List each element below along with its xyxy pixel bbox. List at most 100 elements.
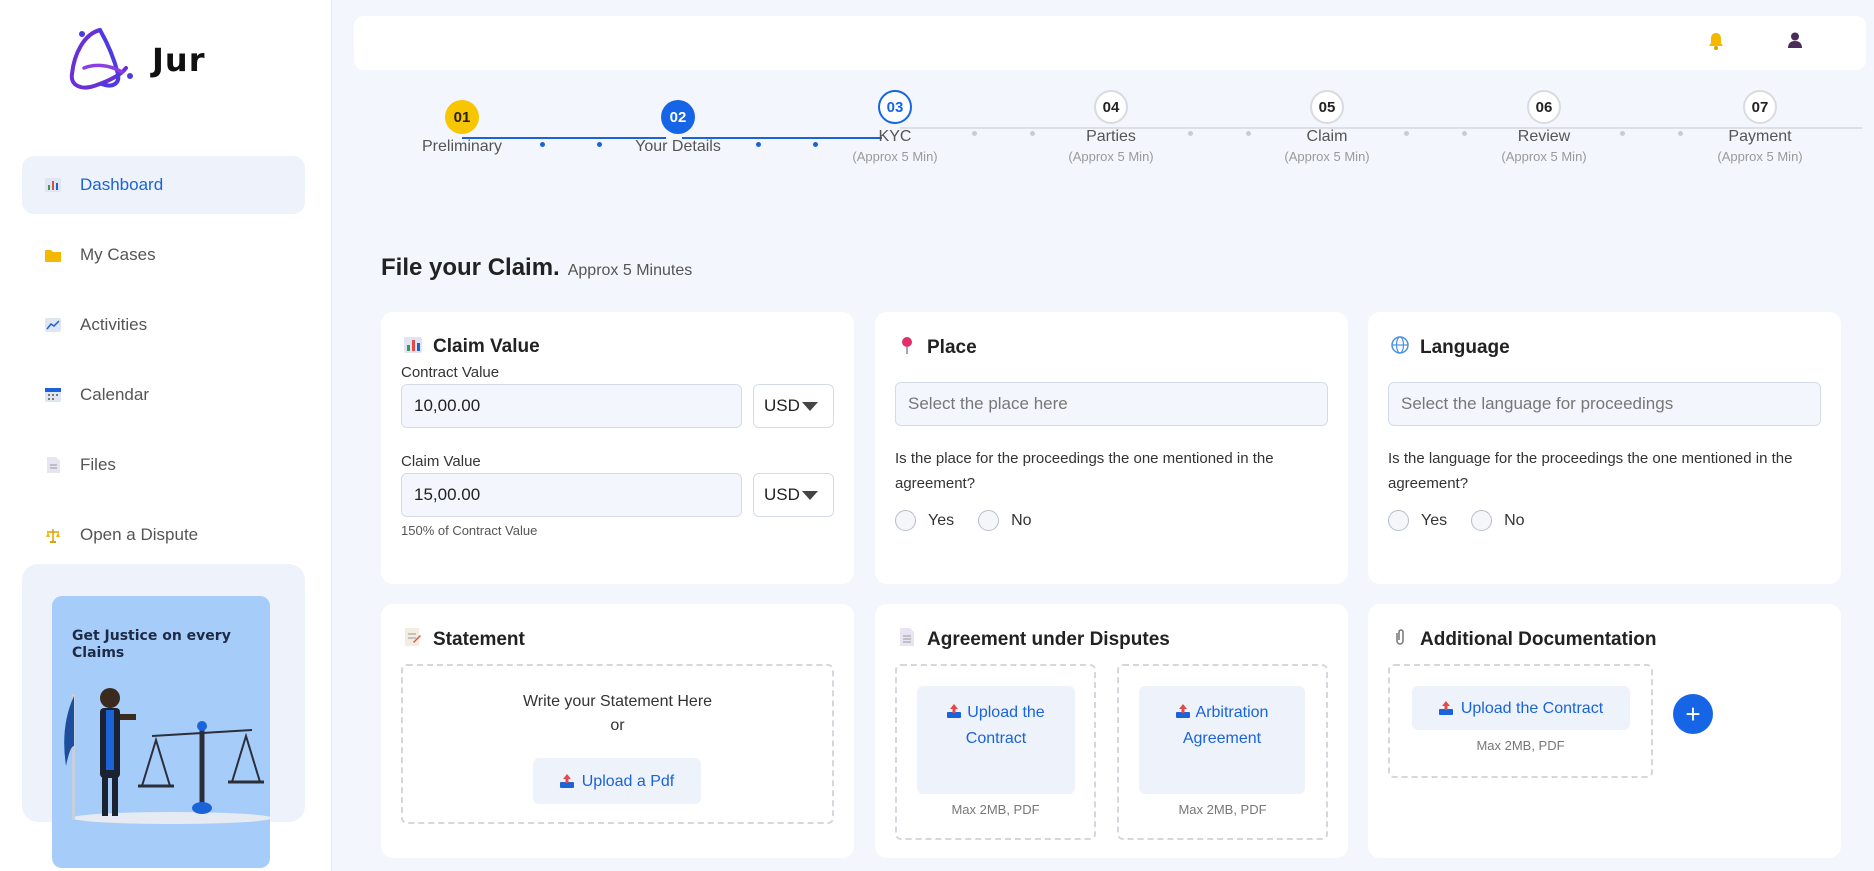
step-name: KYC: [878, 128, 912, 145]
stepper-dot: [1030, 131, 1035, 136]
card-title: Claim Value: [403, 336, 540, 358]
step-duration: (Approx 5 Min): [1501, 149, 1587, 164]
sidebar-item-my-cases[interactable]: My Cases: [22, 226, 305, 284]
arbitration-dropzone[interactable]: Arbitration Agreement Max 2MB, PDF: [1117, 664, 1328, 840]
step-name: Parties: [1086, 128, 1136, 145]
step-duration: (Approx 5 Min): [1717, 149, 1803, 164]
page-heading: File your Claim. Approx 5 Minutes: [381, 254, 692, 282]
place-yes-radio[interactable]: [895, 510, 916, 531]
upload-label: Upload the Contract: [965, 704, 1045, 747]
caret-down-icon: [801, 490, 818, 500]
stepper-dot: [972, 131, 977, 136]
place-no-radio[interactable]: [978, 510, 1000, 531]
card-title: Language: [1390, 336, 1510, 359]
add-document-button[interactable]: +: [1673, 694, 1713, 734]
step-number: 06: [1527, 90, 1561, 124]
sidebar-item-files[interactable]: Files: [22, 436, 305, 494]
step-number: 07: [1743, 90, 1777, 124]
stepper-dot: [1246, 131, 1251, 136]
place-question: Is the place for the proceedings the one…: [895, 450, 1274, 492]
card-title-text: Claim Value: [433, 336, 540, 357]
card-title: Additional Documentation: [1390, 628, 1656, 651]
radio-label: Yes: [928, 511, 955, 529]
radio-label: Yes: [1421, 511, 1448, 529]
card-title-text: Place: [927, 336, 977, 358]
language-no-radio[interactable]: [1471, 510, 1493, 531]
upload-icon: [1438, 701, 1453, 715]
sidebar-item-activities[interactable]: Activities: [22, 296, 305, 354]
file-limit-note: Max 2MB, PDF: [951, 802, 1040, 817]
upload-button-content: Arbitration Agreement: [1167, 700, 1277, 751]
step-kyc[interactable]: 03 KYC (Approx 5 Min): [825, 90, 965, 164]
step-payment[interactable]: 07 Payment (Approx 5 Min): [1690, 90, 1830, 164]
step-parties[interactable]: 04 Parties (Approx 5 Min): [1041, 90, 1181, 164]
upload-label: Arbitration Agreement: [1182, 704, 1269, 747]
memo-icon: [403, 628, 423, 651]
language-yes-radio[interactable]: [1388, 510, 1409, 531]
currency-value: USD: [764, 485, 800, 504]
statement-or-text: or: [610, 717, 625, 734]
contract-value-input[interactable]: 10,00.00: [401, 384, 742, 428]
contract-currency-select[interactable]: USD: [753, 384, 834, 428]
upload-pdf-button[interactable]: Upload a Pdf: [533, 758, 701, 804]
bell-icon[interactable]: [1708, 32, 1724, 55]
sidebar: Jur Dashboard My Cases Activities Calend…: [0, 0, 332, 871]
step-review[interactable]: 06 Review (Approx 5 Min): [1474, 90, 1614, 164]
promo-card[interactable]: Get Justice on every Claims: [52, 596, 270, 868]
step-number: 02: [661, 100, 695, 134]
claim-value-input[interactable]: 15,00.00: [401, 473, 742, 517]
step-number: 03: [878, 90, 912, 124]
sidebar-item-calendar[interactable]: Calendar: [22, 366, 305, 424]
lawyer-scales-illustration: [64, 688, 270, 824]
card-title: Agreement under Disputes: [897, 628, 1170, 651]
upload-label: Upload a Pdf: [581, 772, 675, 790]
contract-value-label: Contract Value: [401, 364, 500, 381]
claim-value-hint: 150% of Contract Value: [401, 523, 538, 538]
statement-write-text: Write your Statement Here: [522, 693, 713, 710]
place-input[interactable]: Select the place here: [895, 382, 1328, 426]
sidebar-item-label: Open a Dispute: [80, 525, 199, 544]
upload-icon: [559, 774, 574, 788]
language-question: Is the language for the proceedings the …: [1388, 450, 1793, 492]
card-title-text: Language: [1420, 336, 1510, 358]
user-icon[interactable]: [1788, 32, 1802, 53]
upload-arbitration-button[interactable]: Arbitration Agreement: [1139, 686, 1305, 794]
line-chart-icon: [44, 316, 62, 334]
sidebar-item-dashboard[interactable]: Dashboard: [22, 156, 305, 214]
stepper-dot: [1404, 131, 1409, 136]
file-limit-note: Max 2MB, PDF: [1476, 738, 1565, 753]
sidebar-item-label: Calendar: [80, 385, 149, 404]
contract-dropzone[interactable]: Upload the Contract Max 2MB, PDF: [895, 664, 1096, 840]
upload-button-content: Upload the Contract: [936, 700, 1056, 751]
upload-contract-button[interactable]: Upload the Contract: [917, 686, 1075, 794]
card-title-text: Statement: [433, 628, 525, 650]
upload-icon: [947, 701, 962, 726]
step-name: Payment: [1728, 128, 1792, 145]
statement-prompt: Write your Statement Here or: [403, 690, 832, 738]
paperclip-icon: [1390, 628, 1410, 651]
step-your-details[interactable]: 02 Your Details: [608, 100, 748, 156]
stepper-dot: [540, 142, 545, 147]
agreement-card: Agreement under Disputes Upload the Cont…: [875, 604, 1348, 858]
radio-label: No: [1504, 511, 1525, 529]
logo[interactable]: Jur: [64, 24, 205, 96]
statement-dropzone[interactable]: Write your Statement Here or Upload a Pd…: [401, 664, 834, 824]
bar-chart-icon: [44, 176, 62, 194]
language-input[interactable]: Select the language for proceedings: [1388, 382, 1821, 426]
sidebar-nav: Dashboard My Cases Activities Calendar F…: [22, 156, 305, 576]
language-card: Language Select the language for proceed…: [1368, 312, 1841, 584]
step-claim[interactable]: 05 Claim (Approx 5 Min): [1257, 90, 1397, 164]
document-icon: [897, 628, 917, 651]
step-preliminary[interactable]: 01 Preliminary: [392, 100, 532, 156]
additional-dropzone[interactable]: Upload the Contract Max 2MB, PDF: [1388, 664, 1653, 778]
currency-value: USD: [764, 396, 800, 415]
upload-additional-button[interactable]: Upload the Contract: [1412, 686, 1630, 730]
caret-down-icon: [801, 401, 818, 411]
file-icon: [44, 456, 62, 474]
file-limit-note: Max 2MB, PDF: [1178, 802, 1267, 817]
pin-icon: [897, 336, 917, 359]
sidebar-item-open-dispute[interactable]: Open a Dispute: [22, 506, 305, 564]
claim-currency-select[interactable]: USD: [753, 473, 834, 517]
language-radio-group: Yes No: [1388, 510, 1549, 531]
bar-chart-icon: [403, 336, 423, 358]
